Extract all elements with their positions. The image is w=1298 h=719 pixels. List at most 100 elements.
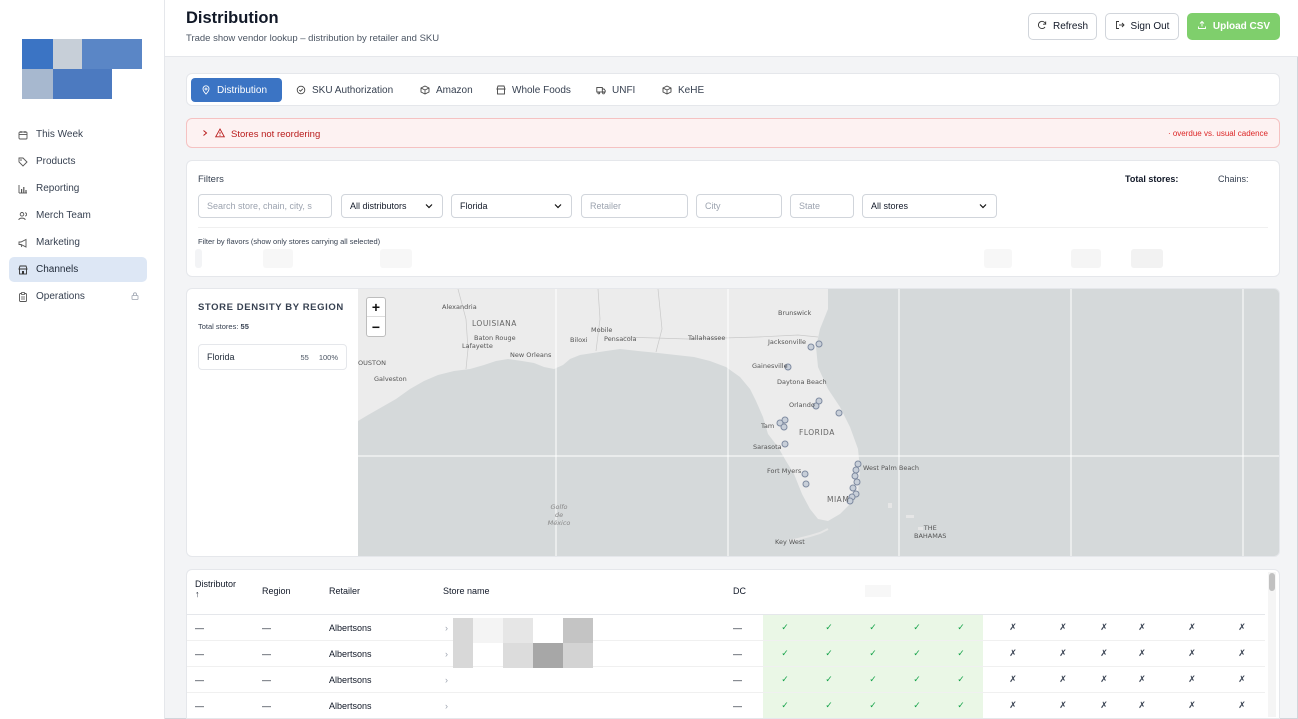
chevron-down-icon: [554, 204, 562, 209]
flavor-chip[interactable]: [1071, 249, 1101, 268]
sidebar-item-products[interactable]: Products: [9, 149, 147, 174]
not-carried-cross-icon: ✗: [1059, 648, 1067, 658]
calendar-icon: [18, 130, 28, 140]
column-header-store-name[interactable]: Store name: [443, 586, 490, 596]
store-marker: [815, 340, 823, 348]
sidebar-item-channels[interactable]: Channels: [9, 257, 147, 282]
refresh-button[interactable]: Refresh: [1028, 13, 1097, 40]
table-row[interactable]: — — Albertsons › — ✓ ✓ ✓ ✓ ✓ ✗ ✗ ✗ ✗ ✗ ✗: [187, 693, 1265, 718]
not-carried-cross-icon: ✗: [1009, 622, 1017, 632]
tab-amazon[interactable]: Amazon: [410, 78, 483, 102]
store-map[interactable]: Alexandria LOUISIANA Baton Rouge Lafayet…: [358, 289, 1279, 556]
flavor-chip[interactable]: [195, 249, 202, 268]
tab-sku-authorization[interactable]: SKU Authorization: [286, 78, 403, 102]
clipboard-icon: [18, 291, 28, 302]
state-select[interactable]: Florida: [451, 194, 572, 218]
table-row[interactable]: — — Albertsons › — ✓ ✓ ✓ ✓ ✓ ✗ ✗ ✗ ✗ ✗ ✗: [187, 667, 1265, 693]
map-label-orlando: Orlando: [789, 401, 815, 409]
chevron-right-icon[interactable]: ›: [445, 623, 448, 633]
search-input[interactable]: Search store, chain, city, s: [198, 194, 332, 218]
lock-icon: [131, 292, 139, 300]
retailer-input[interactable]: Retailer: [581, 194, 688, 218]
not-carried-cross-icon: ✗: [1188, 648, 1196, 658]
table-row[interactable]: — — Albertsons › — ✓ ✓ ✓ ✓ ✓ ✗ ✗ ✗ ✗ ✗ ✗: [187, 641, 1265, 667]
check-circle-icon: [296, 85, 306, 95]
table-row[interactable]: — — Albertsons › — ✓ ✓ ✓ ✓ ✓ ✗ ✗ ✗ ✗ ✗ ✗: [187, 615, 1265, 641]
chevron-right-icon: [201, 129, 209, 140]
chevron-right-icon[interactable]: ›: [445, 701, 448, 711]
tag-icon: [18, 157, 28, 167]
zoom-in-button[interactable]: +: [367, 298, 385, 317]
distributor-select-value: All distributors: [350, 201, 407, 211]
megaphone-icon: [18, 238, 28, 248]
bar-chart-icon: [18, 184, 28, 194]
tab-kehe[interactable]: KeHE: [652, 78, 714, 102]
store-marker: [835, 409, 843, 417]
column-header-distributor[interactable]: Distributor ↑: [195, 579, 236, 599]
map-label-gulf-1: Golfo: [550, 503, 568, 511]
state-input[interactable]: State: [790, 194, 854, 218]
flavor-filter-label: Filter by flavors (show only stores carr…: [198, 237, 381, 246]
zoom-out-button[interactable]: −: [367, 317, 385, 336]
region-name: Florida: [207, 352, 235, 362]
store-name-redacted: [563, 643, 593, 668]
stores-not-reordering-alert[interactable]: Stores not reordering · overdue vs. usua…: [186, 118, 1280, 148]
column-header-dc[interactable]: DC: [733, 586, 746, 596]
flavor-chip[interactable]: [380, 249, 412, 268]
carried-check-icon: ✓: [939, 667, 983, 692]
cell-dc: —: [733, 701, 742, 711]
carried-check-icon: ✓: [763, 667, 807, 692]
stores-select[interactable]: All stores: [862, 194, 997, 218]
flavor-chip[interactable]: [263, 249, 293, 268]
flavor-chip[interactable]: [984, 249, 1012, 268]
sidebar-item-merch-team[interactable]: Merch Team: [9, 203, 147, 228]
store-icon: [18, 265, 28, 275]
alert-title[interactable]: Stores not reordering: [201, 128, 320, 141]
sidebar-item-operations[interactable]: Operations: [9, 284, 147, 309]
divider: [198, 227, 1268, 228]
sidebar-item-this-week[interactable]: This Week: [9, 122, 147, 147]
table-scrollbar[interactable]: [1268, 572, 1276, 717]
sidebar-item-marketing[interactable]: Marketing: [9, 230, 147, 255]
state-placeholder: State: [799, 201, 821, 211]
not-carried-cross-icon: ✗: [1188, 700, 1196, 710]
carried-check-icon: ✓: [939, 615, 983, 640]
sign-out-button[interactable]: Sign Out: [1105, 13, 1179, 40]
upload-csv-button[interactable]: Upload CSV: [1187, 13, 1280, 40]
city-input[interactable]: City: [696, 194, 782, 218]
column-header-region[interactable]: Region: [262, 586, 291, 596]
not-carried-cross-icon: ✗: [1100, 622, 1108, 632]
map-label-gulf: Golfo de México: [547, 503, 571, 527]
page-title: Distribution: [186, 9, 279, 27]
cell-dc: —: [733, 623, 742, 633]
density-total-value: 55: [240, 322, 249, 331]
cell-region: —: [262, 623, 271, 633]
distributor-select[interactable]: All distributors: [341, 194, 443, 218]
tab-unfi[interactable]: UNFI: [586, 78, 645, 102]
scrollbar-thumb[interactable]: [1269, 573, 1275, 591]
users-icon: [18, 211, 28, 221]
region-row-florida[interactable]: Florida 55 100%: [198, 344, 347, 370]
channel-tabs: Distribution SKU Authorization Amazon Wh…: [186, 73, 1280, 106]
store-marker: [802, 480, 810, 488]
brand-logo: [22, 39, 142, 99]
tab-label: SKU Authorization: [312, 84, 394, 96]
tab-whole-foods[interactable]: Whole Foods: [486, 78, 581, 102]
carried-check-icon: ✓: [895, 615, 939, 640]
store-density-panel: STORE DENSITY BY REGION Total stores: 55…: [186, 288, 1280, 557]
region-count: 55: [300, 352, 309, 362]
not-carried-cross-icon: ✗: [1238, 648, 1246, 658]
flavor-chip[interactable]: [1131, 249, 1163, 268]
tab-distribution[interactable]: Distribution: [191, 78, 282, 102]
map-label-houston: OUSTON: [358, 359, 386, 367]
filters-panel: Filters Total stores: Chains: Search sto…: [186, 160, 1280, 277]
sidebar-item-reporting[interactable]: Reporting: [9, 176, 147, 201]
not-carried-cross-icon: ✗: [1100, 648, 1108, 658]
state-select-value: Florida: [460, 201, 488, 211]
column-header-retailer[interactable]: Retailer: [329, 586, 360, 596]
chevron-right-icon[interactable]: ›: [445, 649, 448, 659]
carried-check-icon: ✓: [851, 641, 895, 666]
search-placeholder: Search store, chain, city, s: [207, 201, 312, 211]
store-markers: [776, 340, 862, 505]
chevron-right-icon[interactable]: ›: [445, 675, 448, 685]
